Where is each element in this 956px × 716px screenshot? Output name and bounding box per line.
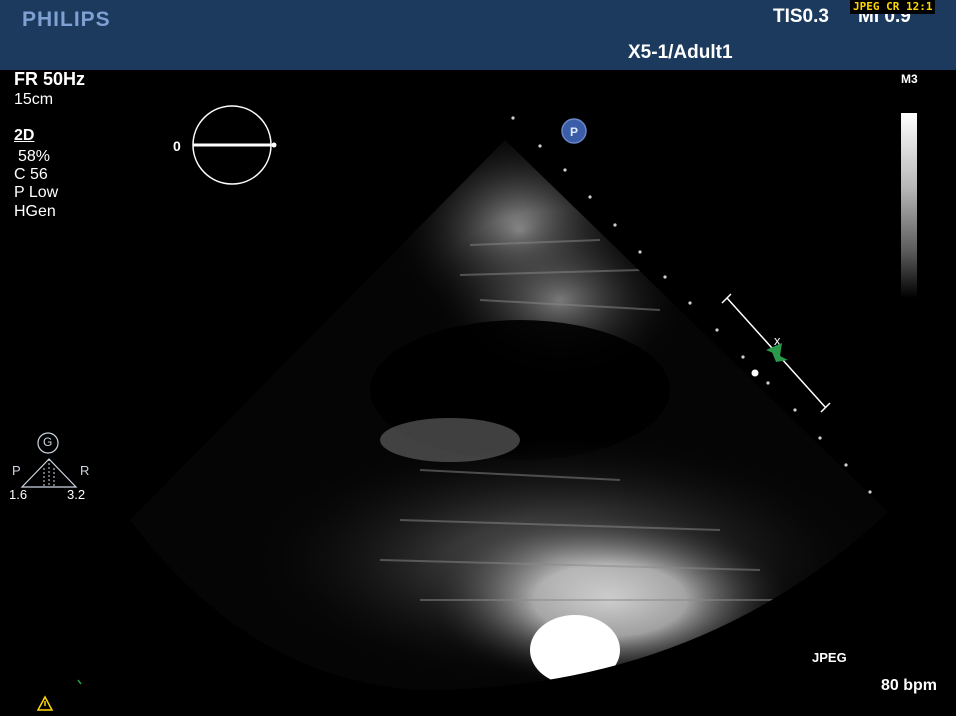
left-plane-value: 1.6 — [9, 487, 28, 502]
map-label: M3 — [901, 72, 918, 86]
sector-scan — [130, 140, 888, 690]
depth: 15cm — [14, 91, 54, 108]
right-plane-label: R — [80, 463, 90, 478]
ecg-marker — [77, 679, 82, 685]
orientation-angle: 0 — [173, 138, 181, 154]
grayscale-bar — [901, 113, 917, 298]
left-plane-label: P — [12, 463, 21, 478]
probe-marker-icon: P — [561, 118, 587, 144]
right-plane-value: 3.2 — [67, 487, 86, 502]
compression: C 56 — [14, 166, 48, 183]
orientation-dial-icon — [192, 105, 277, 185]
power: P Low — [14, 184, 59, 201]
heart-rate: 80 bpm — [881, 677, 938, 694]
warning-icon — [36, 695, 54, 711]
gain-marker-label: G — [43, 435, 53, 449]
frequency: HGen — [14, 203, 56, 220]
svg-text:P: P — [570, 125, 578, 139]
ultrasound-image: P x — [20, 105, 888, 711]
format-label: JPEG — [812, 650, 847, 665]
mode-label: 2D — [14, 127, 35, 144]
gain: 58% — [18, 148, 51, 165]
frame-rate: FR 50Hz — [14, 69, 86, 89]
